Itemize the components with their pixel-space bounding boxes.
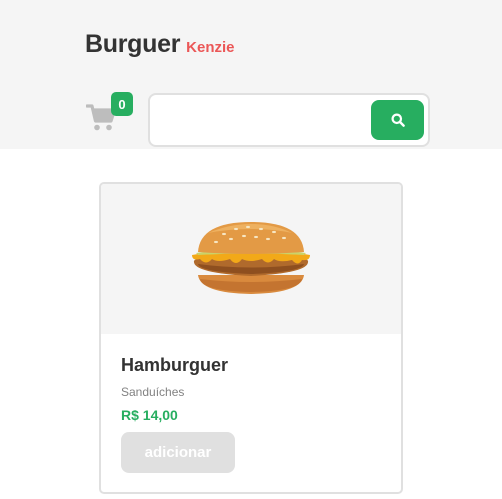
add-to-cart-button[interactable]: adicionar xyxy=(121,432,235,473)
cart-button[interactable]: 0 xyxy=(86,92,133,134)
product-image xyxy=(101,184,401,334)
product-price: R$ 14,00 xyxy=(121,407,178,423)
logo-sub-text: Kenzie xyxy=(186,39,235,56)
search-bar xyxy=(148,93,430,147)
logo-main-text: Burguer xyxy=(85,30,181,58)
logo[interactable]: Burguer Kenzie xyxy=(85,30,235,59)
hamburger-image xyxy=(192,222,310,294)
header: Burguer Kenzie 0 xyxy=(0,0,502,149)
search-button[interactable] xyxy=(371,100,424,140)
product-card: Hamburguer Sanduíches R$ 14,00 adicionar xyxy=(99,182,403,494)
product-name: Hamburguer xyxy=(121,355,229,375)
product-category: Sanduíches xyxy=(121,385,185,399)
cart-count-badge: 0 xyxy=(111,92,133,116)
search-input[interactable] xyxy=(160,105,365,135)
search-icon xyxy=(391,113,405,127)
